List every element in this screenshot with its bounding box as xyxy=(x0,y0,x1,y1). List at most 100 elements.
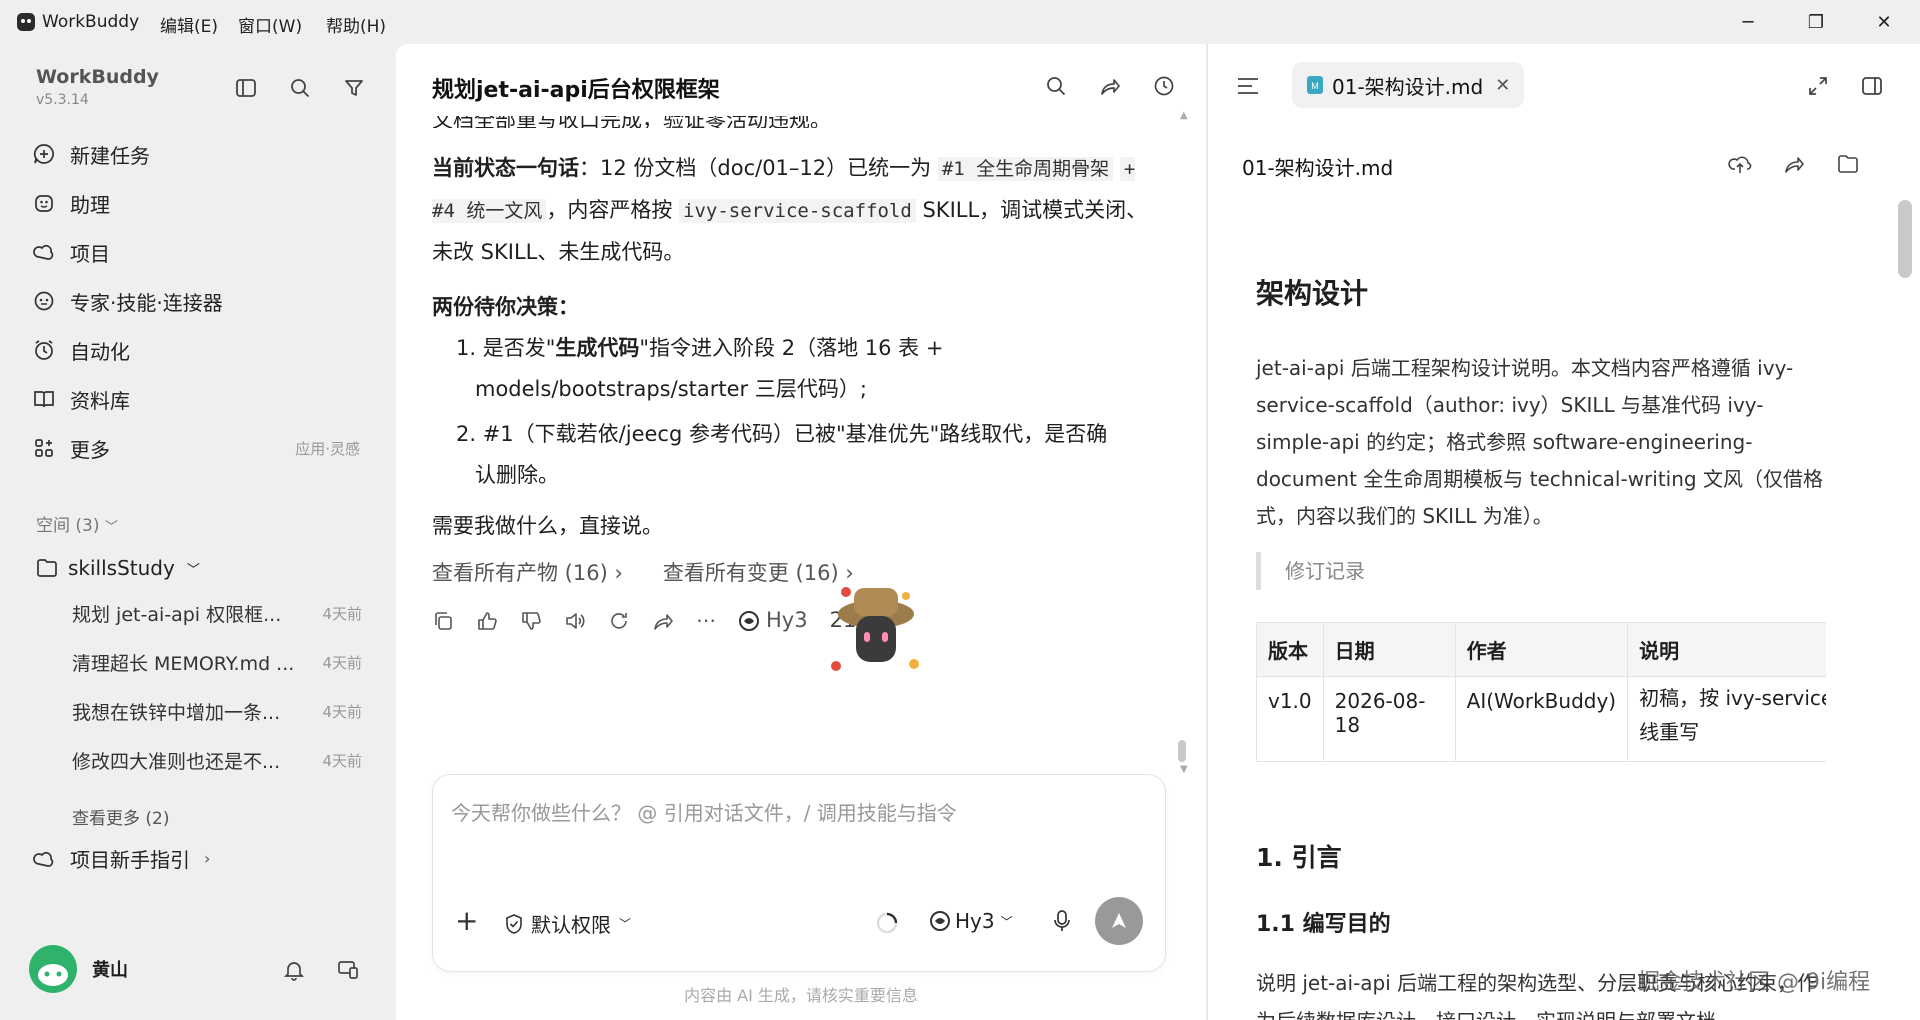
ellipsis-icon[interactable]: ⋯ xyxy=(696,600,716,641)
sidebar-toggle-icon[interactable] xyxy=(232,74,260,102)
avatar xyxy=(29,945,77,993)
user-profile[interactable]: 黄山 xyxy=(28,944,128,994)
scroll-down-arrow[interactable]: ▼ xyxy=(1180,764,1188,775)
status-text-2: ，内容严格按 xyxy=(546,198,680,222)
menu-edit[interactable]: 编辑(E) xyxy=(160,12,218,37)
share-icon[interactable] xyxy=(1780,150,1808,178)
status-paragraph: 当前状态一句话：12 份文档（doc/01–12）已统一为 #1 全生命周期骨架… xyxy=(432,148,1167,273)
table-cell: 初稿，按 ivy-service-式基线重写 xyxy=(1627,676,1826,762)
thumbs-up-icon[interactable] xyxy=(476,610,498,632)
thumbs-down-icon[interactable] xyxy=(520,610,542,632)
doc-tab[interactable]: M 01-架构设计.md ✕ xyxy=(1292,62,1525,108)
markdown-file-icon: M xyxy=(1307,76,1323,94)
share-icon[interactable] xyxy=(652,610,674,632)
filter-icon[interactable] xyxy=(340,74,368,102)
link-label: 查看所有产物 (16) xyxy=(432,561,608,585)
chevron-right-icon: › xyxy=(204,849,211,868)
nav-library[interactable]: 资料库 xyxy=(30,379,370,419)
nav-automation[interactable]: 自动化 xyxy=(30,330,370,370)
chevron-down-icon: ﹀ xyxy=(1000,914,1013,929)
guide-label: 项目新手指引 xyxy=(70,848,190,872)
add-icon[interactable]: + xyxy=(455,907,478,935)
document-panel: M 01-架构设计.md ✕ 01-架构设计.md 架构设计 jet-ai-ap… xyxy=(1207,44,1920,1020)
message-area: 文档全部重写收口完成，验证零活动违规。 当前状态一句话：12 份文档（doc/0… xyxy=(396,116,1186,676)
status-label: 当前状态一句话 xyxy=(432,156,579,180)
refresh-icon[interactable] xyxy=(608,610,630,632)
ai-disclaimer: 内容由 AI 生成，请核实重要信息 xyxy=(684,986,918,1005)
close-tab-icon[interactable]: ✕ xyxy=(1495,75,1510,96)
task-item[interactable]: 我想在铁锌中增加一条... 4天前 xyxy=(72,698,362,725)
item-text: 认删除。 xyxy=(475,463,559,487)
folder-skillsstudy[interactable]: skillsStudy ﹀ xyxy=(36,556,200,580)
task-time: 4天前 xyxy=(322,605,362,623)
permission-select[interactable]: 默认权限 ﹀ xyxy=(503,909,631,938)
task-time: 4天前 xyxy=(322,703,362,721)
item-bold: 生成代码 xyxy=(555,336,640,360)
task-item[interactable]: 规划 jet-ai-api 权限框... 4天前 xyxy=(72,600,362,627)
minimize-icon[interactable]: ─ xyxy=(1728,10,1768,34)
expand-icon[interactable] xyxy=(1804,72,1832,100)
model-name: Hy3 xyxy=(766,608,808,632)
task-time: 4天前 xyxy=(322,654,362,672)
decision-item-2: 2. #1（下载若依/jeecg 参考代码）已被"基准优先"路线取代，是否确 认… xyxy=(432,414,1167,496)
table-header: 日期 xyxy=(1322,622,1456,677)
table-header: 版本 xyxy=(1256,622,1324,677)
nav-project[interactable]: 项目 xyxy=(30,232,370,272)
send-button[interactable] xyxy=(1095,897,1143,945)
nav-more[interactable]: 更多 应用·灵感 xyxy=(30,428,370,468)
search-icon[interactable] xyxy=(286,74,314,102)
menu-help[interactable]: 帮助(H) xyxy=(326,12,386,37)
decision-title: 两份待你决策： xyxy=(432,295,579,319)
folder-open-icon[interactable] xyxy=(1834,150,1862,178)
scroll-up-arrow[interactable]: ▲ xyxy=(1180,110,1188,121)
view-more-link[interactable]: 查看更多 (2) xyxy=(72,804,169,829)
bell-icon[interactable] xyxy=(280,956,308,984)
item-text: 2. #1（下载若依/jeecg 参考代码）已被"基准优先"路线取代，是否确 xyxy=(456,422,1108,446)
workbuddy-logo-icon xyxy=(17,13,35,31)
search-icon[interactable] xyxy=(1042,72,1070,100)
nav-new-task[interactable]: 新建任务 xyxy=(30,134,370,174)
outline-menu-icon[interactable] xyxy=(1234,72,1262,100)
status-text-1: ：12 份文档（doc/01–12）已统一为 xyxy=(579,156,938,180)
doc-scrollbar-thumb[interactable] xyxy=(1898,200,1912,278)
nav-expert[interactable]: 专家·技能·连接器 xyxy=(30,281,370,321)
microphone-icon[interactable] xyxy=(1051,909,1073,933)
doc-heading-3: 1.1 编写目的 xyxy=(1256,912,1391,937)
inline-code: #1 全生命周期骨架 xyxy=(937,157,1114,181)
doc-file-name: 01-架构设计.md xyxy=(1242,156,1394,180)
doc-intro: jet-ai-api 后端工程架构设计说明。本文档内容严格遵循 ivy-serv… xyxy=(1256,356,1823,528)
share-icon[interactable] xyxy=(1096,72,1124,100)
task-title: 规划 jet-ai-api 权限框... xyxy=(72,604,282,626)
loading-spinner-icon xyxy=(876,912,898,934)
menu-window[interactable]: 窗口(W) xyxy=(238,12,302,37)
chat-input[interactable]: 今天帮你做些什么？ @ 引用对话文件，/ 调用技能与指令 xyxy=(451,797,1141,826)
sidebar-brand: WorkBuddy xyxy=(36,66,159,88)
task-item[interactable]: 清理超长 MEMORY.md ... 4天前 xyxy=(72,649,362,676)
project-icon xyxy=(30,847,58,871)
history-icon[interactable] xyxy=(1150,72,1178,100)
project-guide[interactable]: 项目新手指引 › xyxy=(30,844,210,873)
close-window-icon[interactable]: ✕ xyxy=(1864,10,1904,34)
message-actions: ⋯ Hy3 21:51 xyxy=(432,600,1167,641)
space-header[interactable]: 空间 (3) ﹀ xyxy=(36,511,118,536)
task-item[interactable]: 修改四大准则也还是不... 4天前 xyxy=(72,747,362,774)
chat-scrollbar-thumb[interactable] xyxy=(1178,740,1186,762)
restore-icon[interactable]: ❐ xyxy=(1796,10,1836,34)
nav-label: 资料库 xyxy=(70,388,130,413)
model-select[interactable]: Hy3 ﹀ xyxy=(929,909,1013,933)
chevron-down-icon: ﹀ xyxy=(186,562,200,578)
nav-assistant[interactable]: 助理 xyxy=(30,183,370,223)
title-bar: WorkBuddy 编辑(E) 窗口(W) 帮助(H) ─ ❐ ✕ xyxy=(0,0,1920,44)
app-logo: WorkBuddy xyxy=(16,12,139,32)
speaker-icon[interactable] xyxy=(564,610,586,632)
chat-panel: 规划jet-ai-api后台权限框架 文档全部重写收口完成，验证零活动违规。 当… xyxy=(396,44,1206,1020)
cut-off-line: 文档全部重写收口完成，验证零活动违规。 xyxy=(432,116,831,128)
view-artifacts-link[interactable]: 查看所有产物 (16) › xyxy=(432,553,623,594)
copy-icon[interactable] xyxy=(432,610,454,632)
revision-table: 版本 日期 作者 说明 v1.0 2026-08-18 AI(WorkBuddy… xyxy=(1256,622,1826,762)
device-icon[interactable] xyxy=(334,956,362,984)
table-row: v1.0 2026-08-18 AI(WorkBuddy) 初稿，按 ivy-s… xyxy=(1256,676,1826,762)
panel-toggle-icon[interactable] xyxy=(1858,72,1886,100)
task-title: 我想在铁锌中增加一条... xyxy=(72,702,281,724)
upload-icon[interactable] xyxy=(1726,150,1754,178)
